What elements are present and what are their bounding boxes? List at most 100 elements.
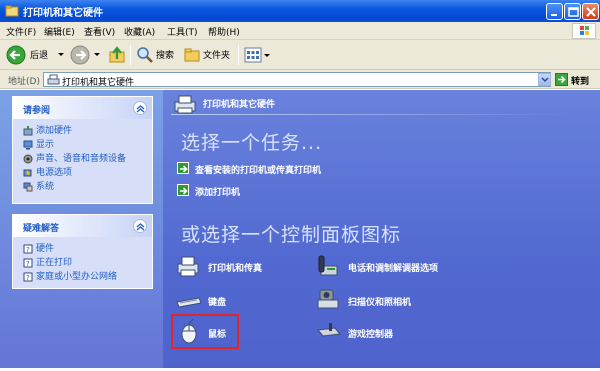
menu-tools[interactable]: 工具(T) bbox=[167, 25, 198, 38]
task-arrow-icon bbox=[177, 162, 189, 174]
link-hardware[interactable]: ? 硬件 bbox=[23, 241, 54, 254]
menu-help[interactable]: 帮助(H) bbox=[208, 25, 240, 38]
address-value: 打印机和其它硬件 bbox=[62, 78, 135, 88]
folder-up-icon bbox=[109, 46, 125, 63]
address-bar: 地址(D) 打印机和其它硬件 转到 bbox=[0, 70, 600, 89]
back-button[interactable]: 后退 bbox=[6, 44, 62, 66]
keyboard-icon bbox=[176, 297, 202, 308]
maximize-button[interactable] bbox=[564, 3, 581, 20]
svg-text:?: ? bbox=[26, 246, 30, 254]
pick-task-heading: 选择一个任务... bbox=[181, 132, 323, 154]
display-icon bbox=[23, 140, 33, 149]
cp-label: 打印机和传真 bbox=[208, 264, 263, 274]
link-power[interactable]: 电源选项 bbox=[23, 165, 72, 178]
title-bar: 打印机和其它硬件 bbox=[0, 0, 600, 22]
minimize-button[interactable] bbox=[546, 3, 563, 20]
see-also-box: 请参阅 添加硬件 显示 声音、语音和音频设备 电源选项 系统 bbox=[12, 96, 153, 204]
link-display[interactable]: 显示 bbox=[23, 137, 54, 150]
go-arrow-icon bbox=[555, 73, 568, 86]
printer-fax-icon bbox=[177, 256, 199, 277]
chevron-up-icon bbox=[136, 105, 145, 113]
task-label: 添加打印机 bbox=[195, 188, 241, 198]
task-label: 查看安装的打印机或传真打印机 bbox=[195, 166, 322, 176]
folders-icon bbox=[184, 48, 200, 62]
speaker-icon bbox=[23, 154, 33, 163]
page-title: 打印机和其它硬件 bbox=[203, 100, 276, 110]
pick-icon-heading: 或选择一个控制面板图标 bbox=[181, 224, 402, 246]
help-icon: ? bbox=[23, 258, 33, 268]
link-sound[interactable]: 声音、语音和音频设备 bbox=[23, 151, 126, 164]
header-divider bbox=[171, 114, 571, 115]
see-also-header[interactable]: 请参阅 bbox=[13, 97, 152, 119]
window-title: 打印机和其它硬件 bbox=[23, 8, 103, 19]
close-icon bbox=[586, 7, 596, 17]
cp-game-controllers[interactable]: 游戏控制器 bbox=[315, 318, 425, 346]
back-dropdown-icon[interactable] bbox=[58, 53, 64, 56]
go-label: 转到 bbox=[571, 77, 590, 87]
cp-label: 电话和调制解调器选项 bbox=[348, 264, 439, 274]
cp-label: 键盘 bbox=[208, 298, 227, 308]
svg-text:?: ? bbox=[26, 274, 30, 282]
close-button[interactable] bbox=[582, 3, 599, 20]
scanner-camera-icon bbox=[317, 289, 339, 309]
power-icon bbox=[23, 169, 32, 176]
troubleshooters-title: 疑难解答 bbox=[23, 224, 60, 234]
toolbar-separator bbox=[238, 45, 239, 65]
highlight-box bbox=[171, 314, 239, 349]
collapse-button[interactable] bbox=[133, 219, 147, 233]
task-pane: 请参阅 添加硬件 显示 声音、语音和音频设备 电源选项 系统 疑难解答 ? 硬件… bbox=[0, 90, 163, 371]
cp-keyboard[interactable]: 键盘 bbox=[175, 286, 275, 314]
search-icon bbox=[137, 47, 153, 63]
cp-printers-faxes[interactable]: 打印机和传真 bbox=[175, 252, 295, 280]
views-dropdown-icon bbox=[264, 54, 270, 57]
link-printing[interactable]: ? 正在打印 bbox=[23, 255, 72, 268]
system-icon bbox=[23, 182, 33, 191]
toolbar-separator bbox=[130, 45, 131, 65]
windows-flag-icon bbox=[580, 26, 589, 35]
menu-favorites[interactable]: 收藏(A) bbox=[124, 25, 155, 38]
folders-button[interactable]: 文件夹 bbox=[181, 44, 235, 66]
back-label: 后退 bbox=[30, 51, 49, 61]
task-arrow-icon bbox=[177, 184, 189, 196]
help-icon: ? bbox=[23, 272, 33, 282]
menu-bar: 文件(F) 编辑(E) 查看(V) 收藏(A) 工具(T) 帮助(H) bbox=[0, 22, 600, 40]
menu-view[interactable]: 查看(V) bbox=[84, 25, 115, 38]
menu-file[interactable]: 文件(F) bbox=[6, 25, 36, 38]
forward-dropdown-icon[interactable] bbox=[94, 53, 100, 56]
windows-logo bbox=[572, 23, 596, 39]
task-add-printer[interactable]: 添加打印机 bbox=[177, 184, 277, 198]
cp-scanners-cameras[interactable]: 扫描仪和照相机 bbox=[315, 286, 435, 314]
cp-label: 扫描仪和照相机 bbox=[348, 298, 412, 308]
printer-icon bbox=[47, 74, 60, 85]
add-hardware-icon bbox=[23, 125, 33, 135]
task-view-printers[interactable]: 查看安装的打印机或传真打印机 bbox=[177, 162, 377, 176]
go-button[interactable]: 转到 bbox=[554, 72, 597, 87]
svg-text:?: ? bbox=[26, 260, 30, 268]
forward-arrow-icon bbox=[70, 45, 90, 65]
chevron-up-icon bbox=[136, 223, 145, 231]
link-home-network[interactable]: ? 家庭或小型办公网络 bbox=[23, 269, 117, 282]
help-icon: ? bbox=[23, 244, 33, 254]
link-add-hardware[interactable]: 添加硬件 bbox=[23, 123, 72, 136]
see-also-title: 请参阅 bbox=[23, 106, 51, 116]
up-button[interactable] bbox=[106, 44, 128, 66]
search-label: 搜索 bbox=[156, 51, 175, 61]
menu-edit[interactable]: 编辑(E) bbox=[44, 25, 75, 38]
back-arrow-icon bbox=[6, 45, 26, 65]
views-icon bbox=[244, 47, 262, 63]
troubleshooters-header[interactable]: 疑难解答 bbox=[13, 215, 152, 237]
folders-label: 文件夹 bbox=[203, 51, 231, 61]
views-button[interactable] bbox=[243, 44, 271, 66]
phone-modem-icon bbox=[318, 255, 338, 276]
address-input[interactable]: 打印机和其它硬件 bbox=[43, 72, 551, 88]
address-dropdown-button[interactable] bbox=[538, 73, 551, 86]
folder-icon bbox=[5, 5, 19, 17]
search-button[interactable]: 搜索 bbox=[134, 44, 178, 66]
link-system[interactable]: 系统 bbox=[23, 179, 54, 192]
cp-phone-modem[interactable]: 电话和调制解调器选项 bbox=[315, 252, 465, 280]
minimize-icon bbox=[551, 14, 557, 16]
troubleshooters-box: 疑难解答 ? 硬件 ? 正在打印 ? 家庭或小型办公网络 bbox=[12, 214, 153, 289]
collapse-button[interactable] bbox=[133, 101, 147, 115]
printer-hardware-icon bbox=[174, 95, 196, 114]
address-label: 地址(D) bbox=[8, 77, 40, 87]
